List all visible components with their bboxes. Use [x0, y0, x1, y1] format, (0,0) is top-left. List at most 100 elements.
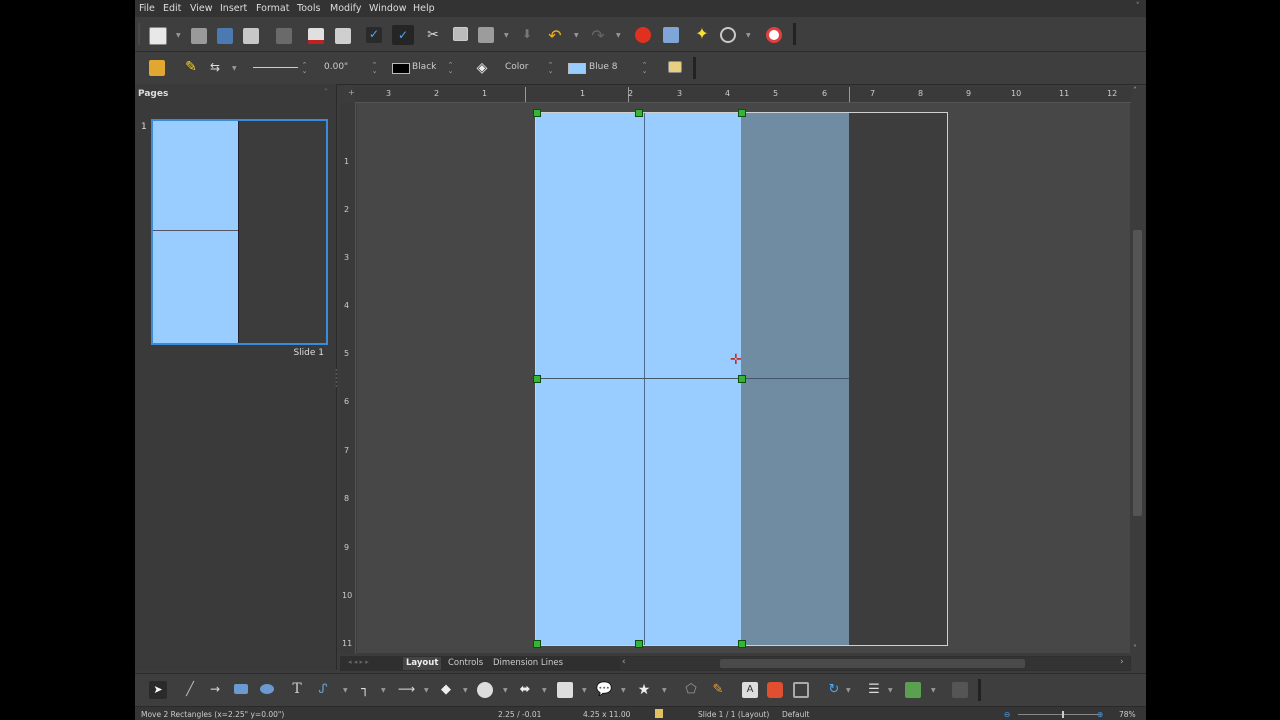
- menu-modify[interactable]: Modify: [330, 3, 361, 14]
- zoom-out-icon[interactable]: ⊖: [1004, 710, 1010, 719]
- connector-tool-icon[interactable]: ┐: [357, 682, 373, 698]
- rectangle-tool-icon[interactable]: [234, 684, 248, 694]
- undo-icon[interactable]: ↶: [547, 26, 563, 45]
- line-tool-icon[interactable]: ╱: [182, 682, 198, 698]
- copy-icon[interactable]: [453, 27, 468, 41]
- glue-points-icon[interactable]: ✎: [710, 682, 726, 698]
- basic-shapes-dropdown-icon[interactable]: ▼: [463, 687, 468, 694]
- selection-handle[interactable]: [635, 109, 643, 117]
- line-icon[interactable]: ✎: [183, 59, 199, 75]
- flowchart-icon[interactable]: [557, 682, 573, 698]
- menu-insert[interactable]: Insert: [220, 3, 247, 14]
- connector-dropdown-icon[interactable]: ▼: [381, 687, 386, 694]
- basic-shapes-icon[interactable]: ◆: [438, 682, 454, 698]
- symbol-shapes-dropdown-icon[interactable]: ▼: [503, 687, 508, 694]
- menu-format[interactable]: Format: [256, 3, 289, 14]
- status-zoom[interactable]: 78%: [1119, 710, 1136, 719]
- symbol-shapes-icon[interactable]: [477, 682, 493, 698]
- vertical-scroll-thumb[interactable]: [1133, 230, 1142, 516]
- ellipse-tool-icon[interactable]: [260, 684, 274, 694]
- line-width-spinner[interactable]: ⌃ ⌄: [371, 62, 378, 75]
- zoom-slider-knob[interactable]: [1062, 711, 1064, 718]
- line-style-spinner[interactable]: ⌃ ⌄: [301, 62, 308, 75]
- cut-icon[interactable]: ✂: [425, 27, 441, 43]
- rotate-icon[interactable]: ↻: [826, 682, 842, 698]
- fill-color-spinner[interactable]: ⌃ ⌄: [641, 62, 648, 75]
- fontwork-icon[interactable]: A: [742, 682, 758, 698]
- area-style-field[interactable]: Color: [505, 60, 529, 74]
- rotate-dropdown-icon[interactable]: ▼: [846, 687, 851, 694]
- horizontal-ruler[interactable]: + 3 2 1 1 2 3 4 5 6 7 8 9 10 11 12: [348, 87, 1131, 103]
- edit-file-icon[interactable]: [276, 28, 292, 44]
- zoom-dropdown-arrow-icon[interactable]: ▼: [746, 32, 751, 39]
- shadow-toggle-icon[interactable]: [952, 682, 968, 698]
- selection-handle[interactable]: [635, 640, 643, 648]
- spellcheck-icon[interactable]: ✓: [366, 27, 382, 43]
- callouts-icon[interactable]: 💬: [596, 682, 612, 698]
- vertical-scrollbar[interactable]: ˄ ˅: [1131, 86, 1144, 654]
- scroll-left-arrow-icon[interactable]: ‹: [622, 657, 626, 667]
- drawing-canvas[interactable]: ✛: [357, 103, 1130, 653]
- curve-dropdown-icon[interactable]: ▼: [343, 687, 348, 694]
- line-color-spinner[interactable]: ⌃ ⌄: [447, 62, 454, 75]
- line-style-preview[interactable]: [253, 67, 298, 68]
- selection-handle[interactable]: [738, 109, 746, 117]
- image-icon[interactable]: [663, 27, 679, 43]
- zoom-icon[interactable]: [720, 27, 736, 43]
- new-dropdown-arrow-icon[interactable]: ▼: [176, 32, 181, 39]
- arrow-style-icon[interactable]: ⇆: [207, 60, 223, 76]
- chart-icon[interactable]: [635, 27, 651, 43]
- area-style-spinner[interactable]: ⌃ ⌄: [547, 62, 554, 75]
- line-color-field[interactable]: Black: [412, 60, 436, 74]
- lines-arrows-tool-icon[interactable]: ⟶: [398, 682, 415, 698]
- menu-tools[interactable]: Tools: [297, 3, 320, 14]
- menu-file[interactable]: File: [139, 3, 155, 14]
- block-arrows-dropdown-icon[interactable]: ▼: [542, 687, 547, 694]
- stars-icon[interactable]: ★: [636, 682, 652, 698]
- block-arrows-icon[interactable]: ⬌: [517, 682, 533, 698]
- shadow-icon[interactable]: [668, 61, 682, 73]
- menu-edit[interactable]: Edit: [163, 3, 181, 14]
- export-pdf-icon[interactable]: [308, 28, 324, 44]
- menu-view[interactable]: View: [190, 3, 213, 14]
- align-icon[interactable]: ☰: [866, 682, 882, 698]
- flowchart-dropdown-icon[interactable]: ▼: [582, 687, 587, 694]
- tab-layout[interactable]: Layout: [403, 657, 442, 670]
- tab-controls[interactable]: Controls: [445, 657, 486, 670]
- star-effects-icon[interactable]: ✦: [694, 26, 710, 42]
- align-dropdown-icon[interactable]: ▼: [888, 687, 893, 694]
- open-icon[interactable]: [191, 28, 207, 44]
- insert-frame-icon[interactable]: [793, 682, 809, 698]
- slide-thumbnail[interactable]: [151, 119, 328, 345]
- menu-help[interactable]: Help: [413, 3, 435, 14]
- scroll-down-arrow-icon[interactable]: ˅: [1133, 644, 1137, 653]
- horizontal-scrollbar[interactable]: ‹ ›: [620, 657, 1130, 670]
- line-arrow-tool-icon[interactable]: →: [207, 682, 223, 698]
- email-icon[interactable]: [243, 28, 259, 44]
- vertical-ruler[interactable]: 1 2 3 4 5 6 7 8 9 10 11: [340, 103, 356, 654]
- text-tool-icon[interactable]: T: [289, 681, 305, 697]
- clone-formatting-icon[interactable]: ⬇: [519, 27, 535, 43]
- line-width-field[interactable]: 0.00": [324, 60, 372, 74]
- undo-dropdown-arrow-icon[interactable]: ▼: [574, 32, 579, 39]
- styles-icon[interactable]: [149, 60, 165, 76]
- arrow-style-dropdown-icon[interactable]: ▼: [232, 65, 237, 72]
- select-arrow-icon[interactable]: ➤: [149, 681, 167, 699]
- zoom-in-icon[interactable]: ⊕: [1097, 710, 1103, 719]
- arrange-dropdown-icon[interactable]: ▼: [931, 687, 936, 694]
- print-icon[interactable]: [335, 28, 351, 44]
- paste-icon[interactable]: [478, 27, 494, 43]
- lines-arrows-dropdown-icon[interactable]: ▼: [424, 687, 429, 694]
- redo-icon[interactable]: ↷: [590, 26, 606, 45]
- close-document-icon[interactable]: ˅: [1136, 2, 1141, 12]
- points-icon[interactable]: ⬠: [683, 682, 699, 698]
- selection-handle[interactable]: [738, 375, 746, 383]
- help-icon[interactable]: [766, 27, 782, 43]
- horizontal-scroll-thumb[interactable]: [720, 659, 1025, 668]
- stars-dropdown-icon[interactable]: ▼: [662, 687, 667, 694]
- panel-menu-icon[interactable]: ˅: [324, 88, 328, 97]
- fill-color-field[interactable]: Blue 8: [589, 60, 618, 74]
- selection-handle[interactable]: [533, 375, 541, 383]
- autospellcheck-icon[interactable]: ✓: [392, 25, 414, 45]
- selection-handle[interactable]: [533, 109, 541, 117]
